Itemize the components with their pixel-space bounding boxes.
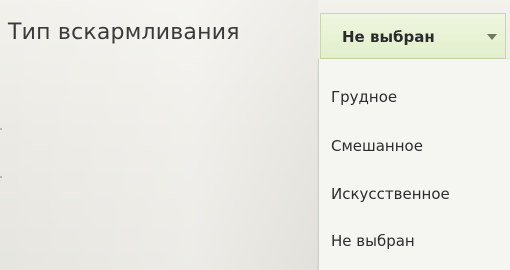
feeding-type-label: Тип вскармливания bbox=[8, 20, 240, 45]
feeding-type-select[interactable]: Не выбран bbox=[320, 13, 506, 59]
chevron-down-icon[interactable] bbox=[487, 34, 497, 40]
option-breast[interactable]: Грудное bbox=[319, 77, 510, 117]
form-divider-marker bbox=[0, 128, 2, 130]
option-artificial[interactable]: Искусственное bbox=[319, 174, 510, 214]
option-mixed[interactable]: Смешанное bbox=[319, 126, 510, 166]
form-divider-marker bbox=[0, 176, 2, 178]
feeding-type-dropdown: Грудное Смешанное Искусственное Не выбра… bbox=[318, 59, 510, 270]
option-not-selected[interactable]: Не выбран bbox=[319, 221, 510, 261]
selected-value: Не выбран bbox=[342, 28, 435, 46]
